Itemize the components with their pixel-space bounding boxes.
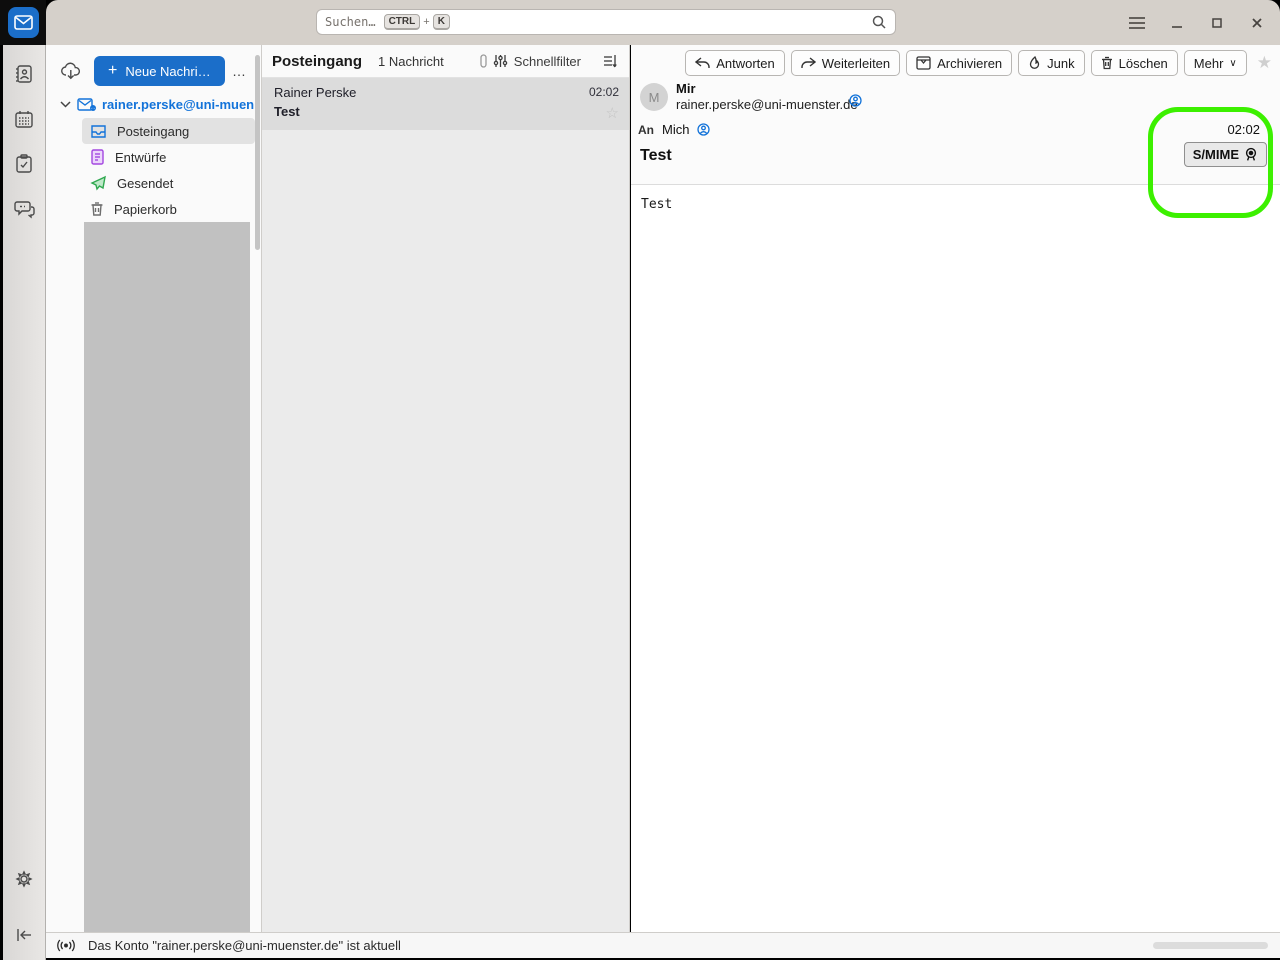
filter-pill-icon[interactable] [480, 54, 487, 68]
app-menu-hamburger-icon[interactable] [1124, 10, 1150, 36]
row-sender: Rainer Perske [274, 85, 357, 100]
address-book-icon [14, 64, 34, 84]
more-button[interactable]: Mehr ∨ [1183, 50, 1247, 76]
get-messages-cloud-icon[interactable] [60, 62, 82, 80]
account-mail-icon [77, 97, 96, 112]
smime-seal-icon [1244, 147, 1258, 162]
titlebar: Suchen… CTRL + K [46, 0, 1280, 45]
calendar-space-button[interactable] [7, 102, 41, 136]
junk-button[interactable]: Junk [1018, 50, 1085, 76]
maximize-icon[interactable] [1204, 10, 1230, 36]
row-time: 02:02 [588, 85, 619, 99]
plus-icon: + [108, 62, 118, 79]
contact-icon[interactable] [849, 94, 862, 107]
minimize-icon[interactable] [1164, 10, 1190, 36]
trash-icon [90, 201, 104, 217]
message-count: 1 Nachricht [378, 53, 444, 69]
new-message-button[interactable]: + Neue Nachri… [94, 56, 225, 86]
collapse-spaces-button[interactable] [7, 918, 41, 952]
progress-bar [1153, 942, 1268, 949]
message-row[interactable]: Rainer Perske 02:02 Test ☆ [262, 78, 629, 130]
tasks-icon [15, 154, 33, 174]
mail-envelope-icon [13, 15, 33, 30]
shortcut-k-badge: K [432, 14, 450, 30]
broadcast-icon [56, 939, 76, 952]
folder-pane-scrollbar[interactable] [255, 55, 260, 250]
status-bar: Das Konto "rainer.perske@uni-muenster.de… [46, 932, 1280, 958]
inbox-icon [90, 124, 107, 139]
calendar-icon [14, 109, 34, 129]
list-title: Posteingang [272, 52, 363, 70]
avatar: M [640, 83, 668, 111]
message-star-icon[interactable]: ★ [1257, 53, 1272, 73]
chat-space-button[interactable] [7, 192, 41, 226]
folder-pane-gray-block [84, 222, 250, 932]
list-display-options-icon[interactable] [603, 54, 619, 68]
spaces-toolbar [0, 0, 46, 960]
search-placeholder: Suchen… [325, 15, 376, 29]
account-label: rainer.perske@uni-muen… [102, 97, 255, 112]
mail-space-button[interactable] [7, 7, 39, 38]
new-message-label: Neue Nachri… [125, 63, 211, 79]
folder-label: Gesendet [117, 175, 174, 191]
quick-filter-label[interactable]: Schnellfilter [514, 54, 581, 69]
reply-button[interactable]: Antworten [685, 50, 785, 76]
global-search-input[interactable]: Suchen… CTRL + K [316, 9, 896, 35]
to-value: Mich [662, 122, 690, 137]
search-icon [871, 14, 887, 30]
account-row[interactable]: rainer.perske@uni-muen… [46, 91, 261, 118]
archive-button[interactable]: Archivieren [906, 50, 1013, 76]
message-toolbar: Antworten Weiterleiten Archivieren Junk … [631, 45, 1280, 79]
shortcut-plus: + [423, 16, 430, 28]
folder-item-entwuerfe[interactable]: Entwürfe [82, 144, 255, 170]
message-list-pane: Posteingang 1 Nachricht Schnellfilter Ra… [262, 45, 630, 932]
folder-label: Posteingang [117, 123, 190, 139]
chat-icon [13, 200, 35, 219]
folder-item-papierkorb[interactable]: Papierkorb [82, 196, 255, 222]
row-star-icon[interactable]: ☆ [606, 104, 619, 122]
folder-label: Papierkorb [114, 201, 177, 217]
delete-trash-icon [1101, 56, 1113, 70]
sent-icon [90, 175, 107, 191]
message-time: 02:02 [1227, 122, 1260, 137]
quick-filter-sliders-icon[interactable] [493, 54, 508, 68]
folder-label: Entwürfe [115, 149, 167, 165]
smime-button[interactable]: S/MIME [1183, 142, 1267, 167]
folder-pane: + Neue Nachri… … rainer.perske@uni-muen… [46, 45, 262, 932]
message-pane: Antworten Weiterleiten Archivieren Junk … [631, 45, 1280, 932]
close-icon[interactable] [1244, 10, 1270, 36]
message-header: M Mir rainer.perske@uni-muenster.de An M… [631, 79, 1280, 185]
tasks-space-button[interactable] [7, 147, 41, 181]
archive-icon [916, 56, 931, 70]
from-email: rainer.perske@uni-muenster.de [676, 97, 858, 112]
shortcut-ctrl-badge: CTRL [383, 14, 421, 30]
message-body: Test [641, 197, 673, 212]
chevron-down-icon: ∨ [1229, 57, 1237, 69]
message-list-header: Posteingang 1 Nachricht Schnellfilter [262, 45, 629, 78]
forward-icon [801, 57, 816, 69]
drafts-icon [90, 149, 105, 165]
contact-icon[interactable] [697, 123, 711, 136]
thunderbird-window: Suchen… CTRL + K + Neue Nachri… … rainer… [0, 0, 1280, 960]
message-subject: Test [640, 147, 672, 164]
to-label: An [638, 122, 654, 137]
row-subject: Test [274, 104, 300, 119]
settings-space-button[interactable] [7, 862, 41, 896]
folder-pane-options-button[interactable]: … [226, 63, 253, 79]
chevron-down-icon [60, 101, 71, 108]
delete-button[interactable]: Löschen [1090, 50, 1178, 76]
collapse-sidebar-icon [15, 928, 33, 942]
junk-flame-icon [1028, 55, 1041, 71]
reply-icon [695, 57, 710, 69]
from-name: Mir [676, 81, 696, 96]
forward-button[interactable]: Weiterleiten [790, 50, 901, 76]
settings-gear-icon [14, 869, 34, 889]
folder-item-gesendet[interactable]: Gesendet [82, 170, 255, 196]
address-book-space-button[interactable] [7, 57, 41, 91]
status-text: Das Konto "rainer.perske@uni-muenster.de… [88, 938, 401, 953]
folder-item-posteingang[interactable]: Posteingang [82, 118, 255, 144]
